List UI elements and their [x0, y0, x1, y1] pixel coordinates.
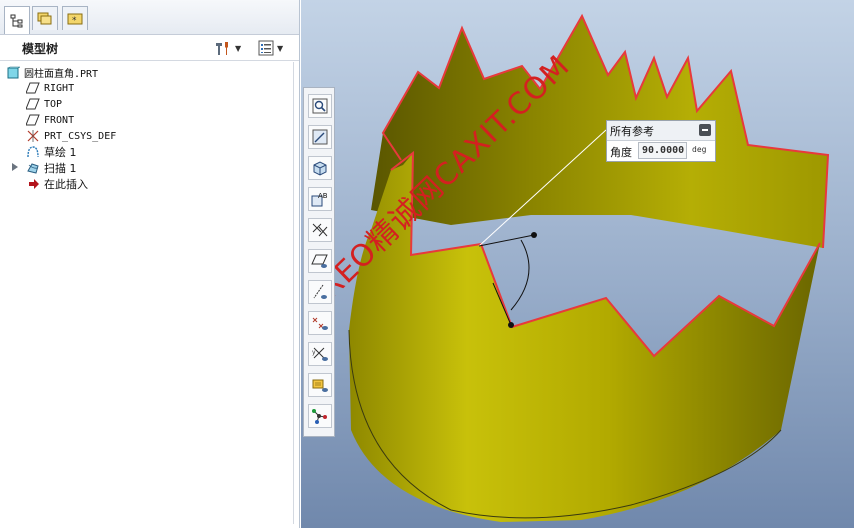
- graphics-viewport[interactable]: CREO精诚网CAXIT.COM 所有参考 角度 90.0000 deg AB …: [297, 0, 854, 528]
- part-icon: [7, 66, 20, 78]
- tab-folder-browser[interactable]: [32, 6, 58, 30]
- tree-item-right[interactable]: RIGHT: [26, 80, 74, 96]
- plane-display-icon: [311, 254, 328, 268]
- collapse-icon[interactable]: [699, 124, 711, 136]
- axis-display-icon: [312, 223, 328, 237]
- datum-axis-button[interactable]: [308, 280, 332, 304]
- datum-plane-icon: [26, 114, 40, 126]
- model-tree-icon: [10, 14, 23, 27]
- tree-header: 模型树 ▼ ▼: [0, 36, 299, 61]
- annotation-toggle-button[interactable]: [308, 373, 332, 397]
- tree-item-sweep[interactable]: 扫描 1: [12, 160, 77, 176]
- repaint-button[interactable]: [308, 125, 332, 149]
- folder-browser-icon: [37, 12, 52, 24]
- point-display-icon: [312, 317, 328, 330]
- svg-text:*: *: [72, 16, 77, 26]
- tree-settings-button[interactable]: ▼: [214, 39, 241, 57]
- dimension-endpoint-top: [531, 232, 537, 238]
- annotation-toggle-icon: [312, 379, 328, 392]
- favorites-folder-icon: *: [67, 13, 83, 26]
- model-tree: 圆柱面直角.PRT RIGHT TOP FRONT PRT_CSYS_DEF 草…: [0, 62, 294, 524]
- spin-center-button[interactable]: [308, 404, 332, 428]
- saved-orientation-icon: [313, 161, 327, 176]
- datum-axis-icon: [313, 284, 327, 299]
- dimension-arc: [510, 239, 530, 311]
- tools-icon: [216, 42, 228, 55]
- annotation-display-button[interactable]: AB: [308, 187, 332, 211]
- angle-value-input[interactable]: 90.0000: [638, 142, 687, 159]
- tab-favorites[interactable]: *: [62, 6, 88, 30]
- axis-display-button[interactable]: [308, 218, 332, 242]
- csys-display-icon: y: [312, 347, 328, 361]
- model-graphics[interactable]: [301, 0, 854, 528]
- svg-text:AB: AB: [318, 192, 328, 200]
- dimension-witness-line-1: [478, 234, 535, 247]
- sweep-icon: [27, 163, 39, 174]
- spin-center-icon: [312, 409, 327, 424]
- all-references-label: 所有参考: [610, 125, 654, 138]
- tree-show-button[interactable]: ▼: [258, 39, 283, 57]
- csys-display-button[interactable]: y: [308, 342, 332, 366]
- angle-label: 角度: [610, 146, 632, 159]
- view-toolbar: AB y: [303, 87, 335, 437]
- angle-dimension-box[interactable]: 所有参考 角度 90.0000 deg: [606, 120, 716, 162]
- coordinate-system-icon: [27, 130, 39, 142]
- point-display-button[interactable]: [308, 311, 332, 335]
- datum-plane-icon: [26, 82, 40, 94]
- chevron-down-icon: ▼: [235, 43, 242, 53]
- zoom-window-button[interactable]: [308, 94, 332, 118]
- sketch-icon: [27, 146, 39, 158]
- dimension-box-header: 所有参考: [607, 121, 715, 141]
- tree-item-sketch[interactable]: 草绘 1: [26, 144, 77, 160]
- annotation-display-icon: AB: [311, 192, 328, 207]
- insert-here-arrow-icon: [29, 179, 39, 189]
- tree-item-csys[interactable]: PRT_CSYS_DEF: [26, 128, 116, 144]
- saved-orientation-button[interactable]: [308, 156, 332, 180]
- chevron-down-icon: ▼: [277, 43, 284, 53]
- navigator-tabs: *: [0, 0, 299, 35]
- tree-item-part[interactable]: 圆柱面直角.PRT: [7, 64, 98, 80]
- expand-arrow-icon[interactable]: [12, 163, 18, 171]
- tab-model-tree[interactable]: [4, 6, 30, 34]
- model-tree-title: 模型树: [22, 42, 59, 56]
- dimension-endpoint-bottom: [508, 322, 514, 328]
- tree-item-top[interactable]: TOP: [26, 96, 62, 112]
- svg-text:y: y: [312, 349, 316, 356]
- list-settings-icon: [258, 40, 274, 56]
- plane-display-button[interactable]: [308, 249, 332, 273]
- tree-item-insert-here[interactable]: 在此插入: [28, 176, 88, 192]
- inner-back-wall[interactable]: [371, 16, 828, 248]
- datum-plane-icon: [26, 98, 40, 110]
- model-tree-panel: * 模型树 ▼ ▼ 圆柱面直角.PRT RIGHT TOP FRONT PRT_…: [0, 0, 300, 528]
- tree-item-front[interactable]: FRONT: [26, 112, 74, 128]
- angle-unit-label: deg: [692, 145, 707, 154]
- zoom-icon: [312, 98, 328, 114]
- repaint-icon: [312, 129, 328, 145]
